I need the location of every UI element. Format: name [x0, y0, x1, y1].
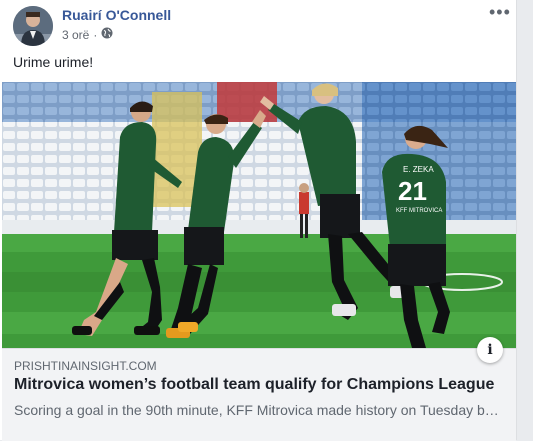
author-name[interactable]: Ruairí O'Connell: [62, 7, 171, 23]
post-meta: 3 orë ·: [62, 27, 113, 42]
meta-separator: ·: [93, 27, 98, 42]
post-card: Ruairí O'Connell 3 orë · ••• Urime urime…: [0, 0, 517, 441]
link-preview[interactable]: i PRISHTINAINSIGHT.COM Mitrovica women’s…: [2, 337, 516, 441]
info-icon[interactable]: i: [477, 337, 503, 363]
avatar[interactable]: [13, 6, 53, 46]
ellipsis-icon[interactable]: •••: [489, 2, 511, 23]
jersey-number: 21: [398, 176, 427, 206]
globe-icon: [101, 27, 113, 42]
link-title[interactable]: Mitrovica women’s football team qualify …: [14, 376, 494, 394]
link-description: Scoring a goal in the 90th minute, KFF M…: [14, 402, 504, 418]
link-domain: PRISHTINAINSIGHT.COM: [14, 359, 157, 373]
post-text: Urime urime!: [13, 54, 94, 70]
post-timestamp[interactable]: 3 orë: [62, 28, 89, 42]
post-photo[interactable]: E. ZEKA 21 KFF MITROVICA: [2, 82, 516, 348]
jersey-team: KFF MITROVICA: [396, 208, 442, 214]
jersey-name: E. ZEKA: [403, 165, 434, 174]
